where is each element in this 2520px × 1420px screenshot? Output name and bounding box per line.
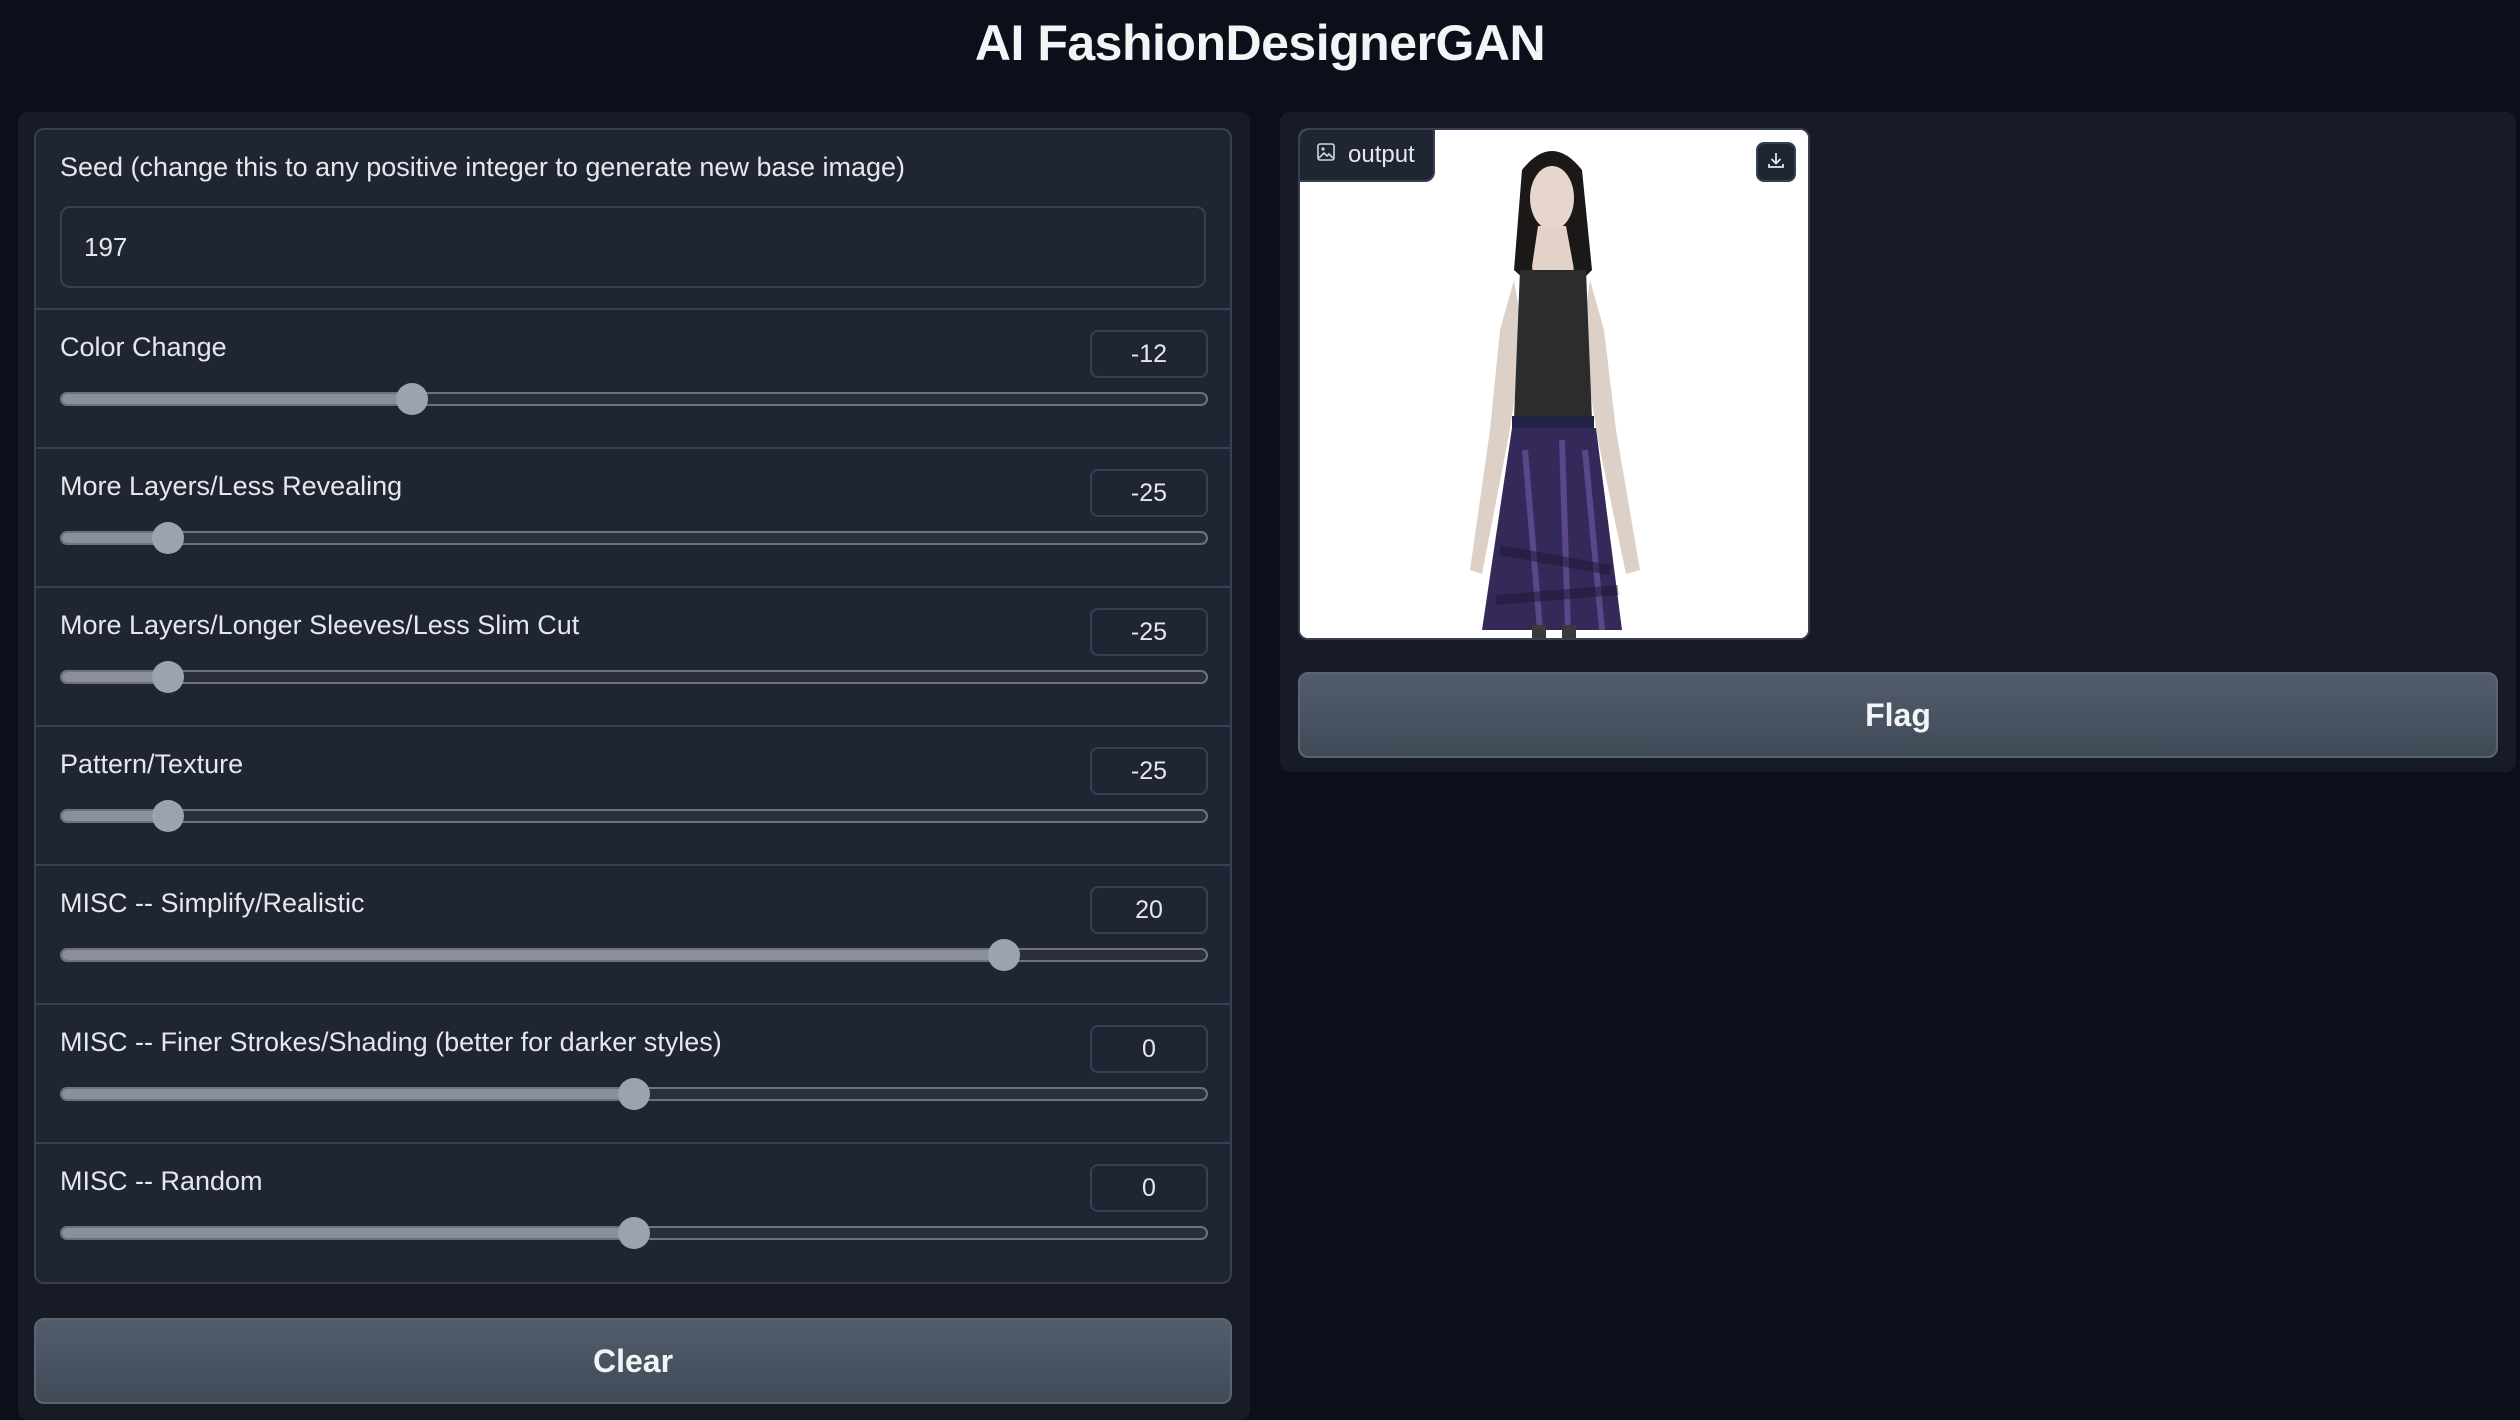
slider-label: Color Change: [60, 332, 227, 362]
slider-track[interactable]: [60, 522, 1208, 554]
slider-track[interactable]: [60, 383, 1208, 415]
slider-label: Pattern/Texture: [60, 749, 244, 779]
download-button[interactable]: [1756, 142, 1796, 182]
slider-label: MISC -- Random: [60, 1166, 263, 1196]
slider-thumb[interactable]: [152, 522, 185, 554]
slider-misc-finer-strokes: MISC -- Finer Strokes/Shading (better fo…: [36, 1005, 1230, 1144]
slider-fill: [62, 394, 413, 404]
slider-misc-random: MISC -- Random: [36, 1144, 1230, 1282]
slider-thumb[interactable]: [618, 1217, 650, 1249]
slider-more-layers-longer-sleeves: More Layers/Longer Sleeves/Less Slim Cut: [36, 588, 1230, 727]
slider-fill: [62, 950, 1004, 960]
slider-number-input[interactable]: [1090, 1164, 1208, 1212]
slider-thumb[interactable]: [987, 939, 1020, 971]
slider-label: MISC -- Finer Strokes/Shading (better fo…: [60, 1027, 722, 1057]
slider-fill: [62, 1089, 634, 1099]
slider-number-input[interactable]: [1090, 747, 1208, 795]
slider-number-input[interactable]: [1090, 1025, 1208, 1073]
clear-button[interactable]: Clear: [34, 1318, 1232, 1404]
slider-track[interactable]: [60, 939, 1208, 971]
slider-misc-simplify-realistic: MISC -- Simplify/Realistic: [36, 866, 1230, 1005]
seed-block: Seed (change this to any positive intege…: [36, 130, 1230, 310]
slider-thumb[interactable]: [152, 661, 185, 693]
page-title: AI FashionDesignerGAN: [974, 15, 1546, 71]
image-icon: [1316, 141, 1336, 169]
slider-thumb[interactable]: [152, 800, 185, 832]
slider-label: More Layers/Longer Sleeves/Less Slim Cut: [60, 610, 580, 640]
slider-thumb[interactable]: [396, 383, 429, 415]
seed-label: Seed (change this to any positive intege…: [60, 152, 906, 182]
slider-fill: [62, 1228, 634, 1238]
output-label: output: [1300, 130, 1435, 182]
slider-track[interactable]: [60, 661, 1208, 693]
slider-color-change: Color Change: [36, 310, 1230, 449]
slider-track[interactable]: [60, 1217, 1208, 1249]
slider-label: More Layers/Less Revealing: [60, 471, 403, 501]
input-form: Seed (change this to any positive intege…: [34, 128, 1232, 1284]
fashion-model-image: [1300, 130, 1808, 638]
slider-more-layers-less-revealing: More Layers/Less Revealing: [36, 449, 1230, 588]
download-icon: [1766, 150, 1786, 175]
slider-number-input[interactable]: [1090, 469, 1208, 517]
flag-button[interactable]: Flag: [1298, 672, 2498, 758]
slider-number-input[interactable]: [1090, 886, 1208, 934]
slider-thumb[interactable]: [618, 1078, 650, 1110]
slider-label: MISC -- Simplify/Realistic: [60, 888, 365, 918]
slider-track[interactable]: [60, 800, 1208, 832]
slider-number-input[interactable]: [1090, 608, 1208, 656]
slider-track[interactable]: [60, 1078, 1208, 1110]
output-label-text: output: [1348, 141, 1415, 168]
slider-number-input[interactable]: [1090, 330, 1208, 378]
slider-pattern-texture: Pattern/Texture: [36, 727, 1230, 866]
seed-input[interactable]: [60, 206, 1206, 288]
output-image: output: [1298, 128, 1810, 640]
